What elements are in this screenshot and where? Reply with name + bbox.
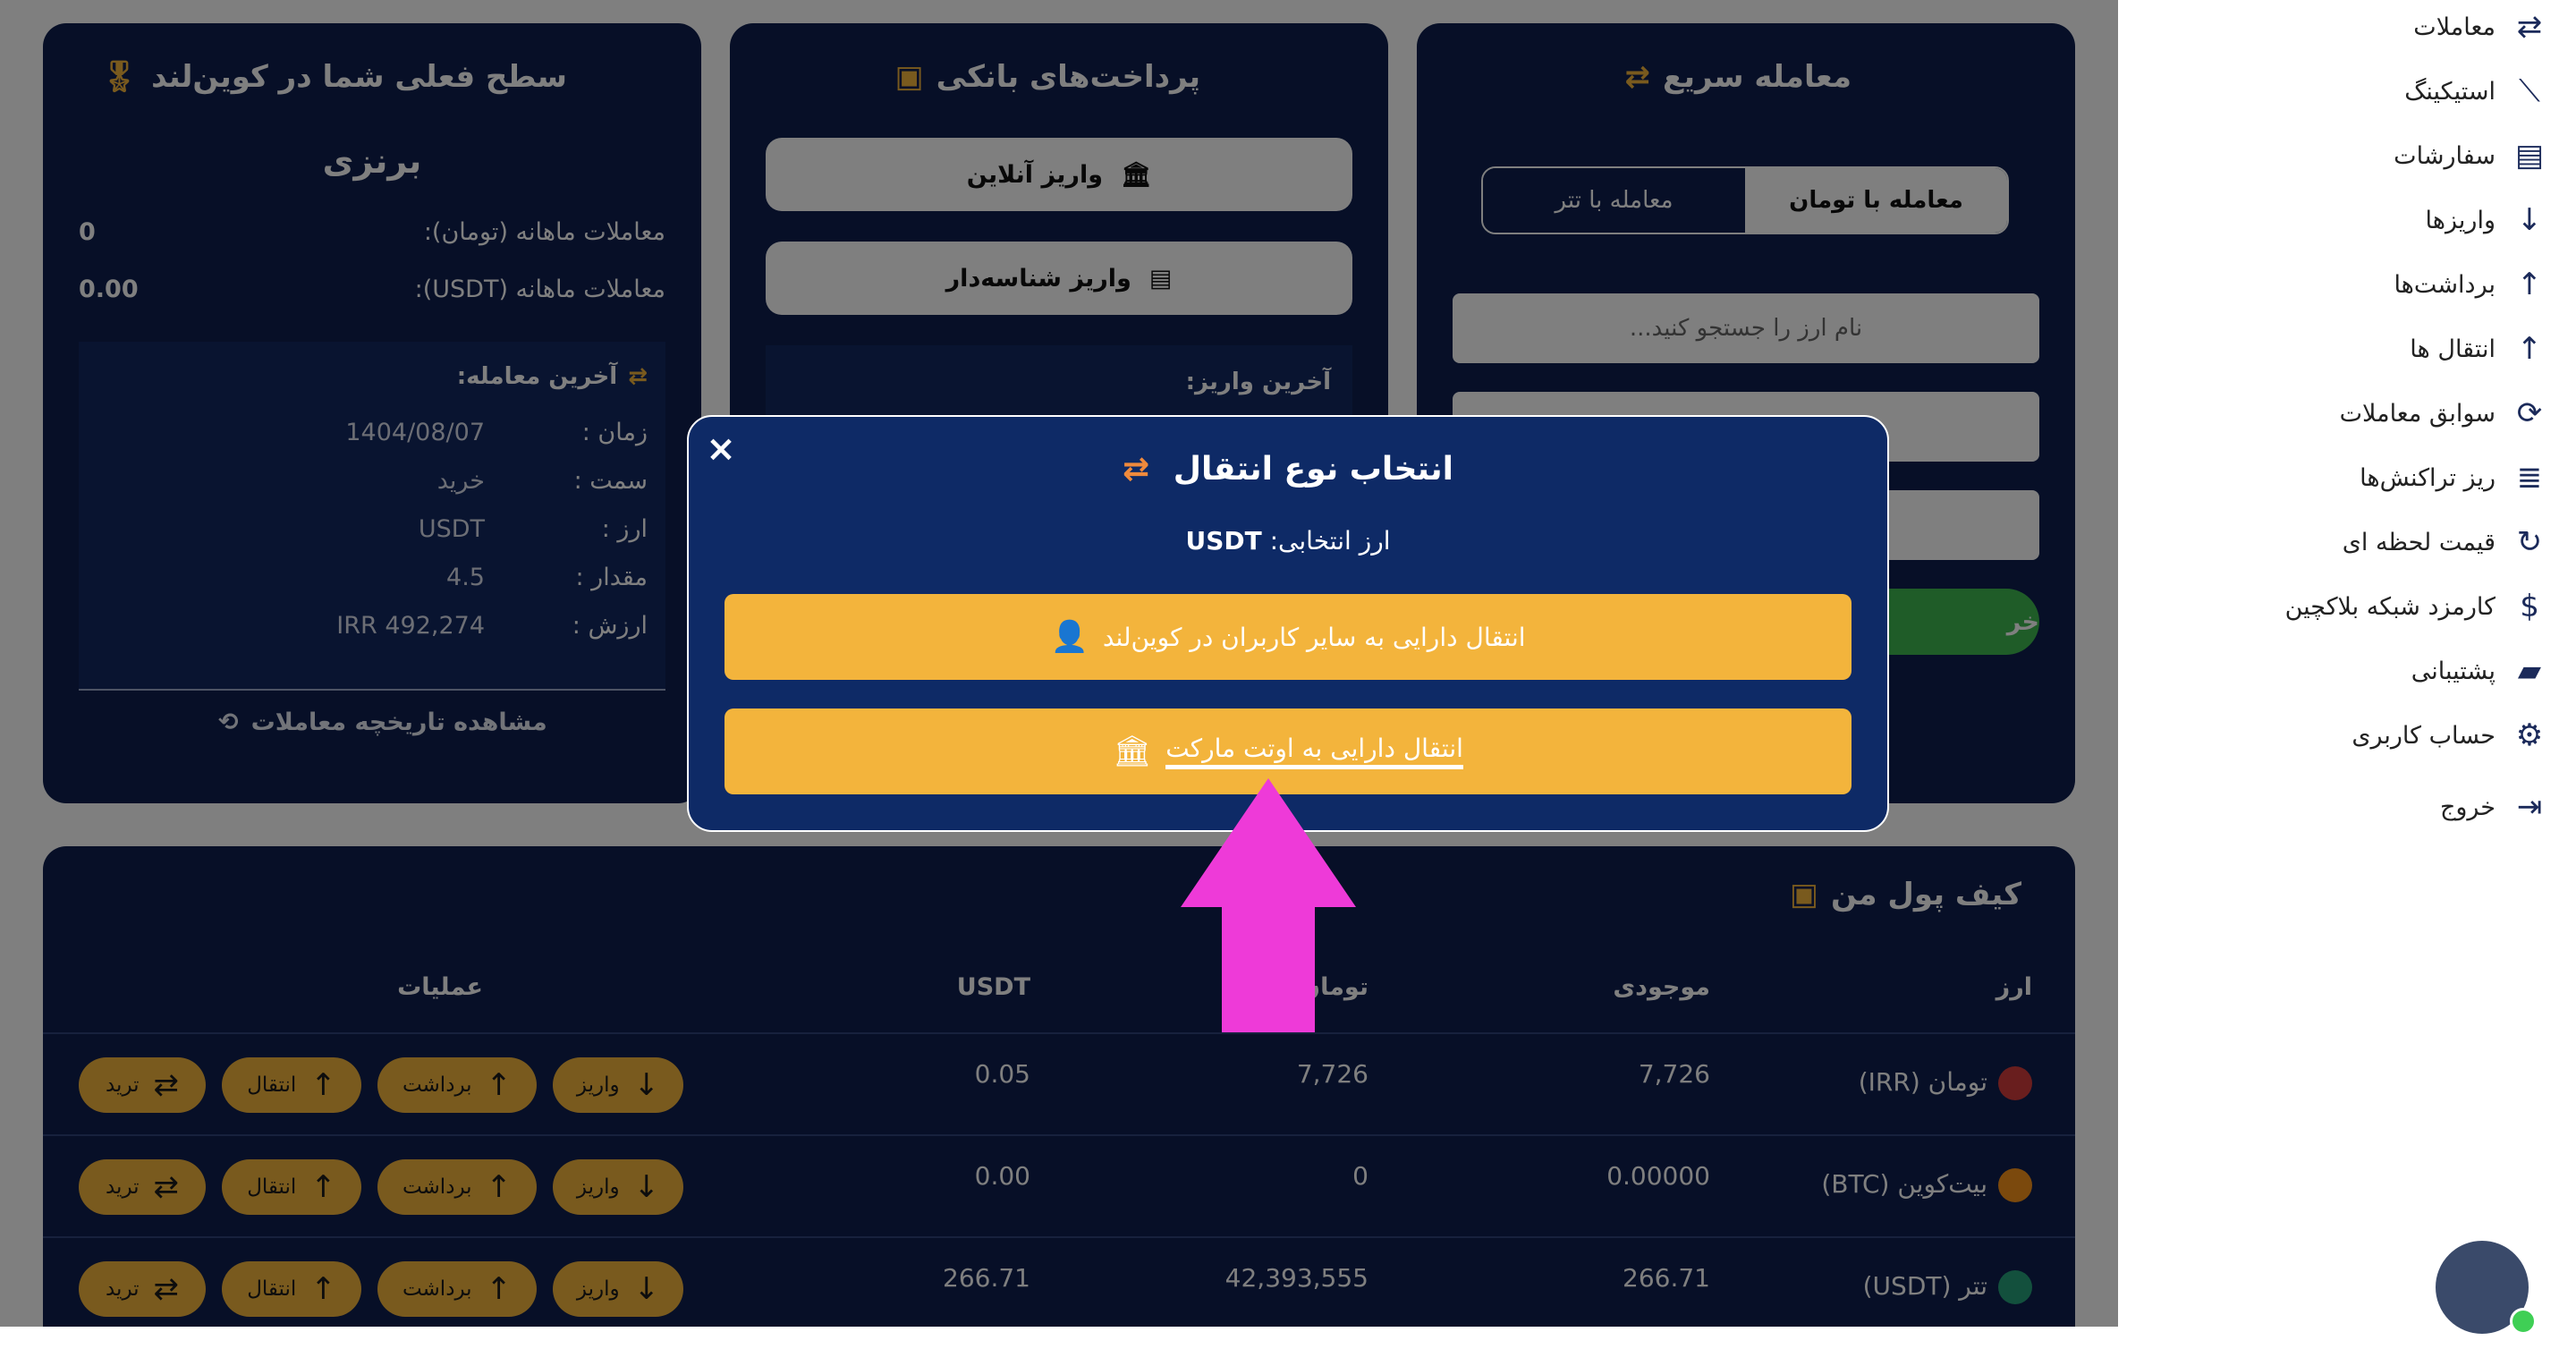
- sidebar-item-support[interactable]: ▰ پشتیبانی: [2411, 646, 2549, 696]
- bottom-strip: [0, 1327, 2118, 1349]
- refresh-icon: ↻: [2516, 524, 2543, 560]
- arrow-down-icon: ↓: [2516, 202, 2543, 238]
- history-icon: ⟳: [2516, 395, 2543, 431]
- sidebar-item-label: ریز تراکنش‌ها: [2360, 463, 2496, 492]
- add-user-icon: 👤: [1050, 619, 1089, 655]
- selected-currency-value: USDT: [1185, 526, 1262, 556]
- sidebar-item-trades[interactable]: ⇄ معاملات: [2413, 2, 2549, 52]
- transfer-to-otc-label: انتقال دارایی به اوتت مارکت: [1165, 734, 1463, 769]
- sidebar-item-staking[interactable]: ⟋ استیکینگ: [2404, 66, 2549, 116]
- sidebar-item-account[interactable]: ⚙ حساب کاربری: [2351, 710, 2549, 760]
- logout-icon: ⇥: [2516, 789, 2543, 825]
- sidebar: ⇄ معاملات ⟋ استیکینگ ▤ سفارشات ↓ واریزها…: [2118, 0, 2576, 1349]
- transfer-type-modal: × انتخاب نوع انتقال ⇄ ارز انتخابی: USDT …: [687, 415, 1889, 832]
- sidebar-item-label: سفارشات: [2394, 141, 2496, 170]
- transfer-to-users-label: انتقال دارایی به سایر کاربران در کوین‌لن…: [1102, 622, 1526, 652]
- dollar-icon: $: [2520, 589, 2539, 624]
- bank-icon: 🏛: [1113, 734, 1152, 769]
- sidebar-item-label: پشتیبانی: [2411, 657, 2496, 685]
- sidebar-item-label: واریزها: [2425, 206, 2496, 234]
- selected-currency-label: ارز انتخابی:: [1269, 526, 1391, 556]
- sidebar-item-label: استیکینگ: [2404, 77, 2496, 106]
- online-status-dot: [2510, 1308, 2537, 1335]
- sidebar-item-label: معاملات: [2413, 13, 2496, 41]
- selected-currency: ارز انتخابی: USDT: [689, 526, 1887, 556]
- highlight-arrow: [1181, 778, 1356, 1032]
- sidebar-item-label: کارمزد شبکه بلاکچین: [2284, 592, 2496, 621]
- sidebar-item-label: خروج: [2439, 793, 2496, 821]
- sidebar-item-deposits[interactable]: ↓ واریزها: [2426, 195, 2549, 245]
- list-icon: ≣: [2516, 460, 2543, 496]
- sidebar-item-transfers[interactable]: ↑ انتقال ها: [2410, 324, 2549, 374]
- sidebar-item-withdrawals[interactable]: ↑ برداشت‌ها: [2394, 259, 2549, 310]
- gear-icon: ⚙: [2515, 717, 2544, 753]
- sidebar-item-logout[interactable]: ⇥ خروج: [2440, 782, 2549, 832]
- chat-icon: ▰: [2517, 653, 2542, 689]
- sidebar-item-network-fee[interactable]: $ کارمزد شبکه بلاکچین: [2285, 581, 2549, 632]
- sidebar-item-label: انتقال ها: [2410, 335, 2496, 363]
- sidebar-item-label: حساب کاربری: [2351, 721, 2496, 750]
- modal-title: انتخاب نوع انتقال ⇄: [1123, 451, 1453, 488]
- arrow-up-icon: ↑: [2516, 331, 2543, 367]
- sidebar-item-label: سوابق معاملات: [2339, 399, 2496, 428]
- transfer-to-users-button[interactable]: انتقال دارایی به سایر کاربران در کوین‌لن…: [724, 594, 1852, 680]
- exchange-icon: ⇄: [2516, 9, 2543, 45]
- sidebar-item-label: قیمت لحظه ای: [2342, 528, 2496, 556]
- sidebar-item-label: برداشت‌ها: [2394, 270, 2496, 299]
- clipboard-icon: ▤: [2514, 138, 2545, 174]
- exchange-icon: ⇄: [1123, 451, 1150, 488]
- sidebar-item-live-price[interactable]: ↻ قیمت لحظه ای: [2343, 517, 2549, 567]
- sidebar-item-orders[interactable]: ▤ سفارشات: [2394, 131, 2549, 181]
- arrow-up-icon: ↑: [2516, 267, 2543, 302]
- chart-icon: ⟋: [2519, 73, 2540, 109]
- sidebar-item-trade-history[interactable]: ⟳ سوابق معاملات: [2340, 388, 2549, 438]
- sidebar-item-transactions[interactable]: ≣ ریز تراکنش‌ها: [2360, 453, 2549, 503]
